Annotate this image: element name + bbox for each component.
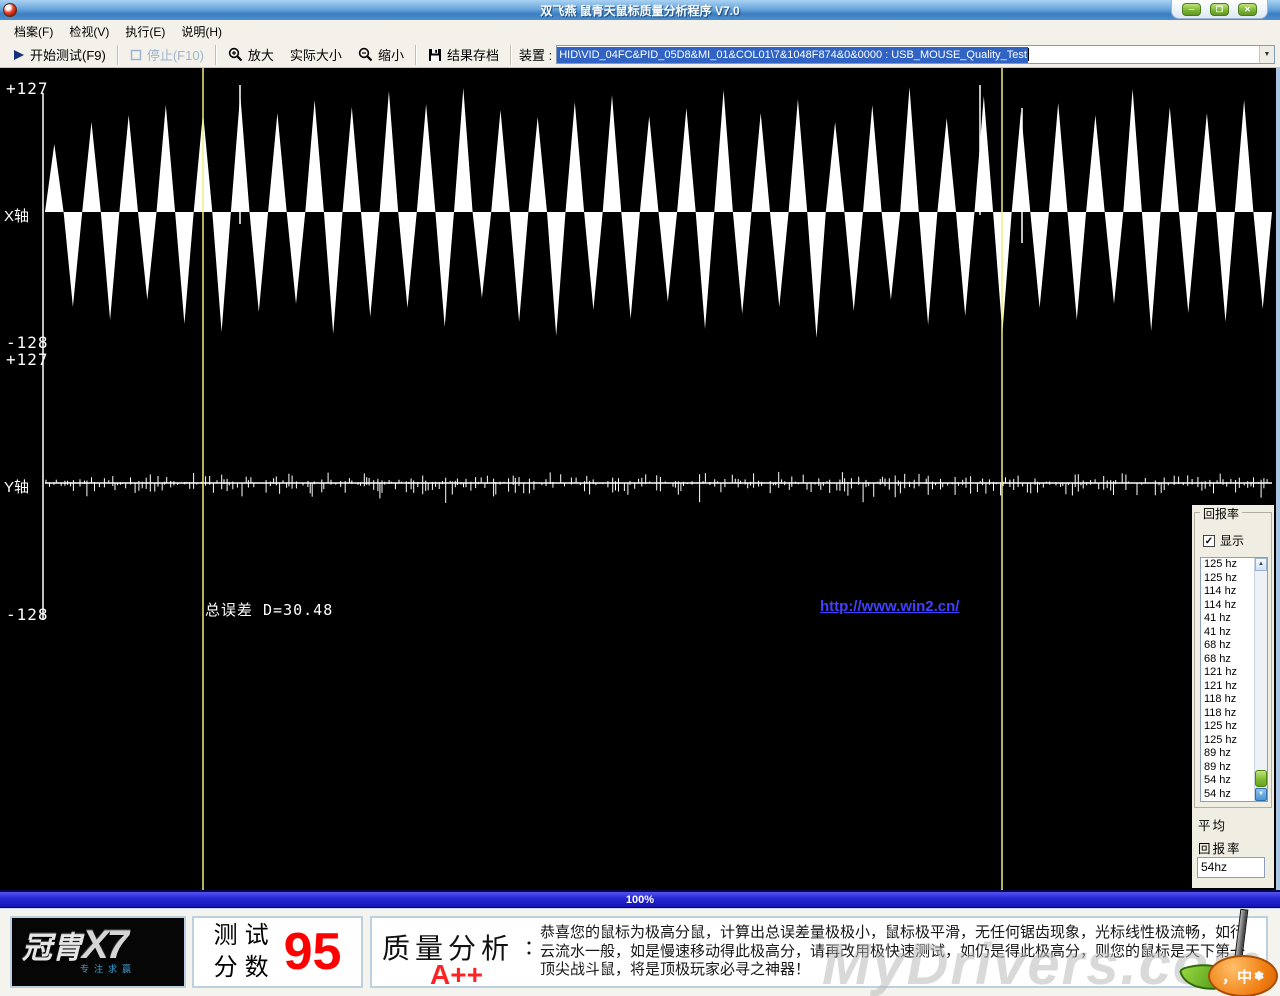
progress-value: 100% <box>625 893 655 906</box>
brand-logo-text: 冠胄 <box>22 931 82 965</box>
brand-logo: 冠胄X7 <box>22 925 184 965</box>
ime-language-icon[interactable]: ，中 ✽ <box>1208 955 1278 996</box>
total-error-readout: 总误差 D=30.48 <box>205 601 334 619</box>
average-label-line2: 回报率 <box>1198 842 1242 856</box>
scroll-down-icon[interactable]: ▼ <box>1255 788 1267 801</box>
menu-item-2[interactable]: 执行(E) <box>117 20 173 43</box>
start-test-label: 开始测试(F9) <box>30 48 106 63</box>
x-axis-name-label: X轴 <box>4 208 30 225</box>
app-icon <box>3 3 17 17</box>
x-axis-max-label: +127 <box>6 79 49 98</box>
title-bar: 双飞燕 鼠青天鼠标质量分析程序 V7.0 ─ ❐ ✕ <box>0 0 1280 20</box>
start-test-button[interactable]: 开始测试(F9) <box>5 43 114 66</box>
window-controls: ─ ❐ ✕ <box>1171 0 1268 19</box>
report-rate-title: 回报率 <box>1200 505 1243 522</box>
analysis-line: 顶尖战斗鼠，将是顶极玩家必寻之神器！ <box>540 961 811 978</box>
analysis-line: 云流水一般，如是慢速移动得此极高分，请再改用极快速测试，如仍是得此极高分，则您的… <box>540 942 1246 960</box>
magnifier-minus-icon <box>358 47 373 62</box>
brand-tagline: 专注求赢 <box>80 963 137 974</box>
text-caret <box>1027 48 1029 61</box>
close-button[interactable]: ✕ <box>1238 2 1257 16</box>
device-combobox[interactable]: HID\VID_04FC&PID_05D8&MI_01&COL01\7&1048… <box>556 45 1275 64</box>
ime-language-text: ，中 <box>1221 968 1252 986</box>
zoom-out-button[interactable]: 缩小 <box>350 43 412 66</box>
scroll-thumb[interactable] <box>1255 770 1267 787</box>
y-axis-max-label: +127 <box>6 350 49 369</box>
stop-icon <box>130 49 142 61</box>
waveform-plot-area: +127 X轴 -128 +127 Y轴 -128 总误差 D=30.48 ht… <box>0 68 1280 890</box>
report-rate-list[interactable]: 125 hz 125 hz 114 hz 114 hz 41 hz 41 hz 68 hz 6… <box>1200 557 1268 802</box>
toolbar-separator <box>214 44 217 65</box>
zoom-in-label: 放大 <box>247 48 274 63</box>
zoom-in-button[interactable]: 放大 <box>220 43 282 66</box>
gear-icon: ✽ <box>1253 969 1265 983</box>
window-title: 双飞燕 鼠青天鼠标质量分析程序 V7.0 <box>540 3 740 18</box>
result-panel: 冠胄X7 专注求赢 测试 分数 95 质量分析 ： A++ 恭喜您的鼠标为极高分… <box>0 908 1280 996</box>
ime-indicator: ，中 ✽ <box>1178 909 1280 996</box>
test-score-value: 95 <box>283 923 342 981</box>
test-score-box: 测试 分数 95 <box>192 916 363 988</box>
y-axis-name-label: Y轴 <box>4 479 30 496</box>
menu-item-0[interactable]: 档案(F) <box>6 20 61 43</box>
save-results-button[interactable]: 结果存档 <box>420 43 507 66</box>
menu-item-3[interactable]: 说明(H) <box>173 20 230 43</box>
magnifier-plus-icon <box>228 47 243 62</box>
progress-bar: 100% <box>0 890 1280 908</box>
brand-logo-box: 冠胄X7 专注求赢 <box>10 916 186 988</box>
score-label-line1: 测试 <box>213 921 276 949</box>
chevron-down-icon[interactable]: ▼ <box>1259 46 1274 63</box>
website-link[interactable]: http://www.win2.cn/ <box>820 598 959 615</box>
grade-value: A++ <box>430 959 483 990</box>
test-score-label: 测试 分数 <box>214 920 276 985</box>
brand-logo-x7: X7 <box>82 922 129 967</box>
minimize-button[interactable]: ─ <box>1182 2 1201 16</box>
show-checkbox-label: 显示 <box>1220 534 1245 548</box>
toolbar-separator <box>116 44 119 65</box>
app-window: 双飞燕 鼠青天鼠标质量分析程序 V7.0 ─ ❐ ✕ 档案(F) 检视(V) 执行(… <box>0 0 1280 996</box>
floppy-disk-icon <box>428 48 442 62</box>
save-results-label: 结果存档 <box>446 48 499 63</box>
average-rate-field[interactable]: 54hz <box>1197 857 1265 878</box>
show-checkbox[interactable]: ✓ <box>1203 534 1215 547</box>
analysis-text: 恭喜您的鼠标为极高分鼠，计算出总误差量极极小，鼠标极平滑，无任何锯齿现象，光标线… <box>540 924 1245 980</box>
zoom-out-label: 缩小 <box>377 48 404 63</box>
menu-item-1[interactable]: 检视(V) <box>61 20 117 43</box>
analysis-line: 恭喜您的鼠标为极高分鼠，计算出总误差量极极小，鼠标极平滑，无任何锯齿现象，光标线… <box>540 924 1246 941</box>
device-selected-text: HID\VID_04FC&PID_05D8&MI_01&COL01\7&1048… <box>557 46 1028 63</box>
score-label-line2: 分数 <box>213 954 276 981</box>
scroll-up-icon[interactable]: ▲ <box>1255 558 1267 571</box>
rate-list-scrollbar[interactable]: ▲ ▼ <box>1254 558 1267 801</box>
toolbar-separator <box>414 44 417 65</box>
report-rate-groupbox: 回报率 ✓ 显示 125 hz 125 hz 114 hz 114 hz 41 hz 41… <box>1194 505 1272 808</box>
actual-size-button[interactable]: 实际大小 <box>282 43 350 66</box>
toolbar-separator <box>509 44 512 65</box>
stop-label: 停止(F10) <box>146 48 204 63</box>
stop-button[interactable]: 停止(F10) <box>122 43 212 66</box>
y-axis-min-label: -128 <box>6 605 49 624</box>
actual-size-label: 实际大小 <box>289 48 342 63</box>
show-checkbox-row: ✓ 显示 <box>1203 532 1244 549</box>
toolbar: 开始测试(F9) 停止(F10) 放大 实际大小 缩小 结果存档 装置: HI… <box>0 42 1280 68</box>
menu-bar: 档案(F) 检视(V) 执行(E) 说明(H) <box>0 20 1280 42</box>
restore-button[interactable]: ❐ <box>1210 2 1229 16</box>
device-label: 装置 : <box>518 48 553 63</box>
report-rate-panel: 回报率 ✓ 显示 125 hz 125 hz 114 hz 114 hz 41 hz 41… <box>1192 505 1274 888</box>
play-icon <box>13 49 25 61</box>
quality-analysis-box: 质量分析 ： A++ 恭喜您的鼠标为极高分鼠，计算出总误差量极极小，鼠标极平滑，… <box>370 916 1268 990</box>
average-label-line1: 平均 <box>1198 819 1228 833</box>
